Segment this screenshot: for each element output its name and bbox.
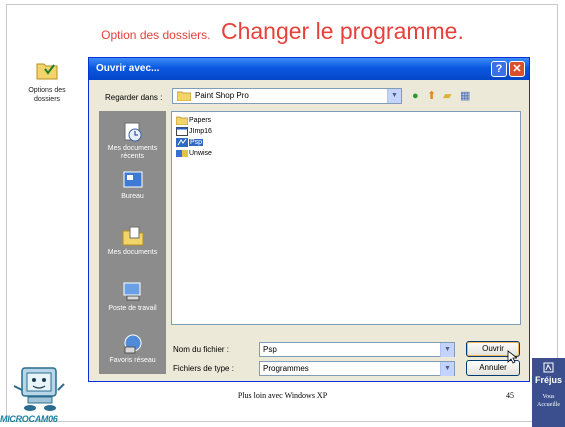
- chevron-down-icon[interactable]: ▼: [387, 89, 401, 103]
- computer-mascot-icon: [13, 367, 65, 411]
- folder-icon: [177, 91, 191, 101]
- frejus-logo: Fréjus Vous Accueille: [532, 358, 565, 427]
- chevron-down-icon[interactable]: ▼: [440, 343, 454, 357]
- file-item[interactable]: JImp16: [175, 126, 212, 137]
- place-desktop[interactable]: Bureau: [99, 169, 166, 201]
- file-item[interactable]: Unwise: [175, 148, 212, 159]
- place-label: Favoris réseau: [109, 357, 156, 364]
- file-type-label: Fichiers de type :: [173, 364, 234, 373]
- chevron-down-icon[interactable]: ▼: [440, 362, 454, 376]
- close-button[interactable]: ✕: [509, 61, 525, 77]
- file-list[interactable]: Papers JImp16 Psp Unwise: [171, 111, 521, 325]
- place-recent-documents[interactable]: Mes documents récents: [99, 121, 166, 161]
- folder-options-icon: [36, 63, 58, 80]
- desktop-icon-label: Options des dossiers: [28, 87, 66, 103]
- dialog-titlebar[interactable]: Ouvrir avec... ? ✕: [89, 58, 529, 80]
- file-name: Unwise: [189, 150, 212, 157]
- file-name-value: Psp: [263, 345, 277, 354]
- dialog-toolbar: ● ⬆ ▰ ▦: [412, 90, 492, 104]
- slide-footer: Plus loin avec Windows XP: [237, 391, 328, 400]
- file-name-input[interactable]: Psp ▼: [259, 342, 455, 357]
- look-in-label: Regarder dans :: [105, 93, 163, 102]
- psp-icon: [176, 138, 188, 147]
- file-item[interactable]: Papers: [175, 115, 211, 126]
- file-name: Papers: [189, 117, 212, 124]
- file-item-selected[interactable]: Psp: [175, 137, 204, 148]
- up-folder-icon[interactable]: ⬆: [427, 90, 436, 102]
- slide-title-small: Option des dossiers.: [101, 28, 211, 42]
- folder-icon: [176, 116, 188, 125]
- open-with-dialog: Ouvrir avec... ? ✕ Regarder dans : Paint…: [88, 57, 530, 382]
- recent-documents-icon: [124, 122, 141, 142]
- new-folder-icon[interactable]: ▰: [443, 90, 451, 102]
- frejus-subtitle: Vous Accueille: [537, 394, 560, 408]
- file-type-value: Programmes: [263, 364, 309, 373]
- slide-title-big: Changer le programme.: [220, 18, 464, 44]
- look-in-combo[interactable]: Paint Shop Pro ▼: [172, 88, 402, 104]
- place-my-computer[interactable]: Poste de travail: [99, 281, 166, 313]
- file-type-select[interactable]: Programmes ▼: [259, 361, 455, 376]
- unwise-icon: [176, 150, 188, 157]
- back-icon[interactable]: ●: [412, 90, 419, 102]
- exe-icon: [176, 127, 188, 136]
- look-in-value: Paint Shop Pro: [195, 91, 249, 100]
- file-name-label: Nom du fichier :: [173, 345, 230, 354]
- dialog-title: Ouvrir avec...: [96, 63, 160, 74]
- view-menu-icon[interactable]: ▦: [460, 90, 470, 102]
- my-computer-icon: [123, 282, 140, 301]
- place-network[interactable]: Favoris réseau: [99, 333, 166, 365]
- help-button[interactable]: ?: [491, 61, 507, 77]
- slide-title: Option des dossiers. Changer le programm…: [0, 18, 565, 45]
- place-label: Poste de travail: [108, 305, 157, 312]
- desktop-icon: [123, 171, 142, 188]
- file-name: Psp: [189, 139, 204, 146]
- place-label: Bureau: [121, 193, 144, 200]
- place-label: Mes documents: [107, 249, 158, 256]
- frejus-emblem-icon: [543, 362, 554, 373]
- frejus-title: Fréjus: [534, 375, 562, 385]
- mouse-cursor-icon: [507, 350, 517, 364]
- desktop-folder-options[interactable]: Options des dossiers: [22, 60, 72, 104]
- page-number: 45: [506, 391, 514, 400]
- place-label: Mes documents récents: [107, 145, 158, 160]
- file-name: JImp16: [189, 128, 212, 135]
- place-my-documents[interactable]: Mes documents: [99, 225, 166, 257]
- microcam-logo-text: MICROCAM06: [0, 414, 58, 424]
- places-bar: Mes documents récents Bureau Mes documen…: [99, 111, 166, 374]
- my-documents-icon: [122, 226, 143, 246]
- network-places-icon: [124, 334, 141, 354]
